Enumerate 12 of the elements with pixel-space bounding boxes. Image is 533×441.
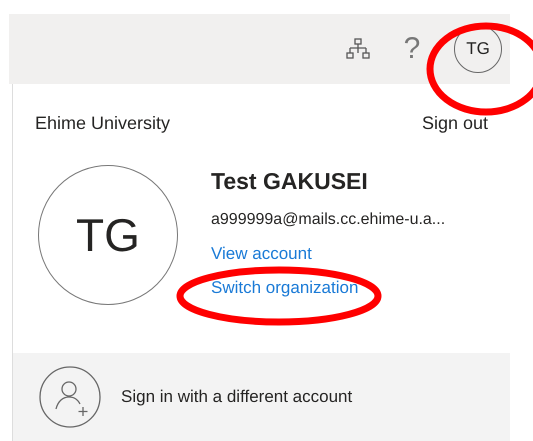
account-link[interactable]: View account	[211, 242, 446, 266]
user-name: Test GAKUSEI	[211, 166, 369, 196]
user-email: a999999a@mails.cc.ehime-u.a...	[211, 210, 446, 230]
help-button[interactable]: ?	[400, 34, 424, 64]
account-link[interactable]: Switch organization	[211, 276, 446, 300]
org-chart-icon[interactable]	[346, 38, 370, 60]
organization-name: Ehime University	[35, 112, 170, 135]
profile-avatar: TG	[38, 165, 178, 305]
add-person-icon	[39, 366, 101, 428]
sign-out-link[interactable]: Sign out	[422, 110, 488, 137]
different-account-button[interactable]: Sign in with a different account	[13, 353, 510, 441]
different-account-label: Sign in with a different account	[121, 386, 352, 408]
